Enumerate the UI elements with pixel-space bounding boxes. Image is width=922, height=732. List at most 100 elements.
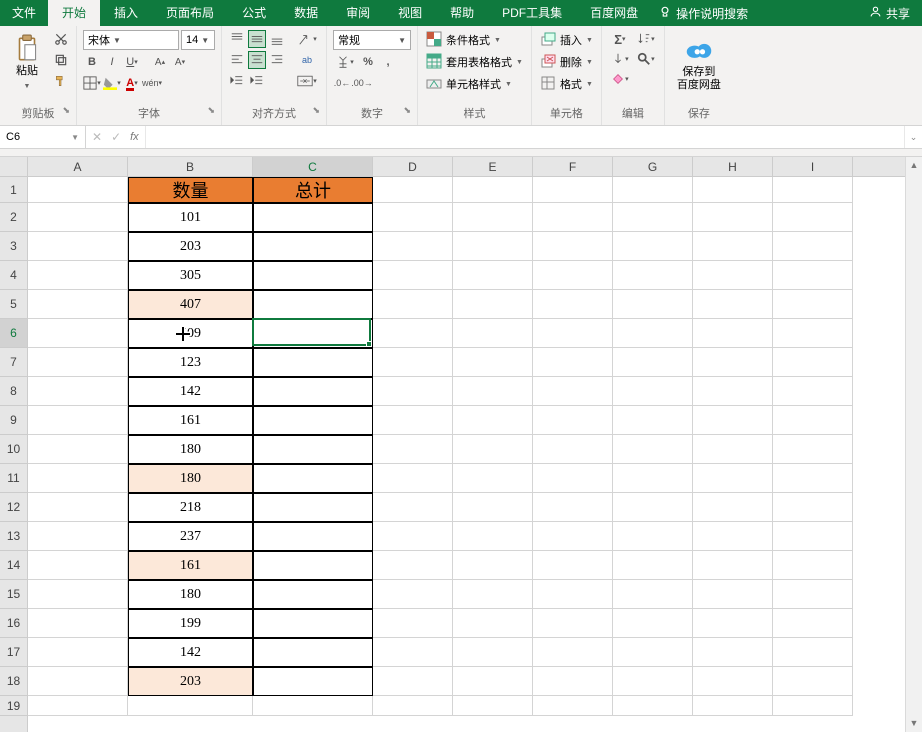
fill-color-button[interactable]: ▾ [103, 74, 121, 92]
format-painter-button[interactable] [52, 72, 70, 90]
cell[interactable] [253, 667, 373, 696]
cell[interactable] [533, 580, 613, 609]
cancel-formula-button[interactable]: ✕ [92, 130, 102, 144]
accounting-format-button[interactable]: ▾ [333, 53, 357, 71]
align-bottom-button[interactable] [268, 30, 286, 48]
cell[interactable] [28, 493, 128, 522]
conditional-format-button[interactable]: 条件格式▼ [424, 30, 525, 50]
cell[interactable]: 数量 [128, 177, 253, 203]
cell[interactable] [693, 696, 773, 716]
cell[interactable] [533, 696, 613, 716]
column-header[interactable]: D [373, 157, 453, 176]
cell[interactable] [613, 261, 693, 290]
cell[interactable]: 237 [128, 522, 253, 551]
expand-formula-bar-button[interactable]: ⌄ [904, 126, 922, 148]
cell[interactable] [373, 348, 453, 377]
cell[interactable] [28, 232, 128, 261]
row-header[interactable]: 18 [0, 667, 27, 696]
cell[interactable] [693, 290, 773, 319]
cell[interactable] [773, 177, 853, 203]
cell[interactable] [373, 638, 453, 667]
select-all-button[interactable] [0, 157, 28, 177]
cell[interactable] [773, 638, 853, 667]
decrease-indent-button[interactable] [228, 72, 246, 90]
cell[interactable] [28, 406, 128, 435]
row-header[interactable]: 8 [0, 377, 27, 406]
row-header[interactable]: 7 [0, 348, 27, 377]
cell[interactable] [453, 638, 533, 667]
italic-button[interactable]: I [103, 53, 121, 71]
cell[interactable] [28, 609, 128, 638]
cell[interactable]: 203 [128, 232, 253, 261]
cell[interactable] [373, 667, 453, 696]
cell[interactable] [453, 319, 533, 348]
cell[interactable] [28, 435, 128, 464]
cell[interactable] [453, 580, 533, 609]
cell[interactable] [773, 290, 853, 319]
column-header[interactable]: H [693, 157, 773, 176]
cell[interactable] [773, 551, 853, 580]
cell[interactable] [693, 177, 773, 203]
cell[interactable]: 142 [128, 638, 253, 667]
align-center-button[interactable] [248, 51, 266, 69]
find-select-button[interactable]: ▾ [634, 50, 658, 68]
cell[interactable]: 218 [128, 493, 253, 522]
cell[interactable] [253, 377, 373, 406]
cell[interactable] [693, 203, 773, 232]
font-size-combo[interactable]: 14▼ [181, 30, 215, 50]
column-header[interactable]: B [128, 157, 253, 176]
cell[interactable] [773, 232, 853, 261]
cell[interactable] [693, 319, 773, 348]
cell[interactable] [373, 290, 453, 319]
scroll-up-button[interactable]: ▲ [906, 157, 922, 174]
cell[interactable] [453, 464, 533, 493]
cell[interactable] [613, 638, 693, 667]
share-button[interactable]: 共享 [857, 5, 922, 22]
cell[interactable] [253, 290, 373, 319]
row-header[interactable]: 11 [0, 464, 27, 493]
cell[interactable] [373, 377, 453, 406]
cell[interactable] [128, 696, 253, 716]
cell[interactable] [613, 609, 693, 638]
cell[interactable] [693, 609, 773, 638]
column-header[interactable]: A [28, 157, 128, 176]
cell[interactable] [373, 319, 453, 348]
tab-file[interactable]: 文件 [0, 0, 48, 26]
cell[interactable] [373, 522, 453, 551]
cell[interactable] [453, 522, 533, 551]
cell[interactable] [773, 667, 853, 696]
percent-format-button[interactable]: % [359, 53, 377, 71]
cell[interactable] [533, 177, 613, 203]
cell[interactable] [28, 319, 128, 348]
cell[interactable] [373, 696, 453, 716]
cell[interactable] [773, 377, 853, 406]
fill-button[interactable]: ▾ [608, 50, 632, 68]
cell[interactable] [253, 261, 373, 290]
tab-pdf[interactable]: PDF工具集 [488, 0, 576, 26]
cell[interactable] [533, 638, 613, 667]
cell[interactable]: 总计 [253, 177, 373, 203]
cell[interactable] [533, 493, 613, 522]
cell[interactable]: 142 [128, 377, 253, 406]
underline-button[interactable]: U▾ [123, 53, 141, 71]
delete-cells-button[interactable]: 删除▼ [538, 52, 595, 72]
cell[interactable] [533, 319, 613, 348]
cell[interactable] [28, 464, 128, 493]
cell[interactable] [773, 406, 853, 435]
cell[interactable] [453, 232, 533, 261]
cell[interactable]: 407 [128, 290, 253, 319]
cell[interactable] [373, 551, 453, 580]
row-header[interactable]: 14 [0, 551, 27, 580]
cell[interactable] [253, 435, 373, 464]
cell[interactable] [253, 348, 373, 377]
cell[interactable] [773, 464, 853, 493]
cell[interactable] [773, 696, 853, 716]
cell[interactable] [28, 203, 128, 232]
cell[interactable] [28, 667, 128, 696]
tab-review[interactable]: 审阅 [332, 0, 384, 26]
cell[interactable] [773, 522, 853, 551]
cell[interactable] [693, 348, 773, 377]
bold-button[interactable]: B [83, 53, 101, 71]
cell[interactable] [613, 406, 693, 435]
cell[interactable] [28, 696, 128, 716]
